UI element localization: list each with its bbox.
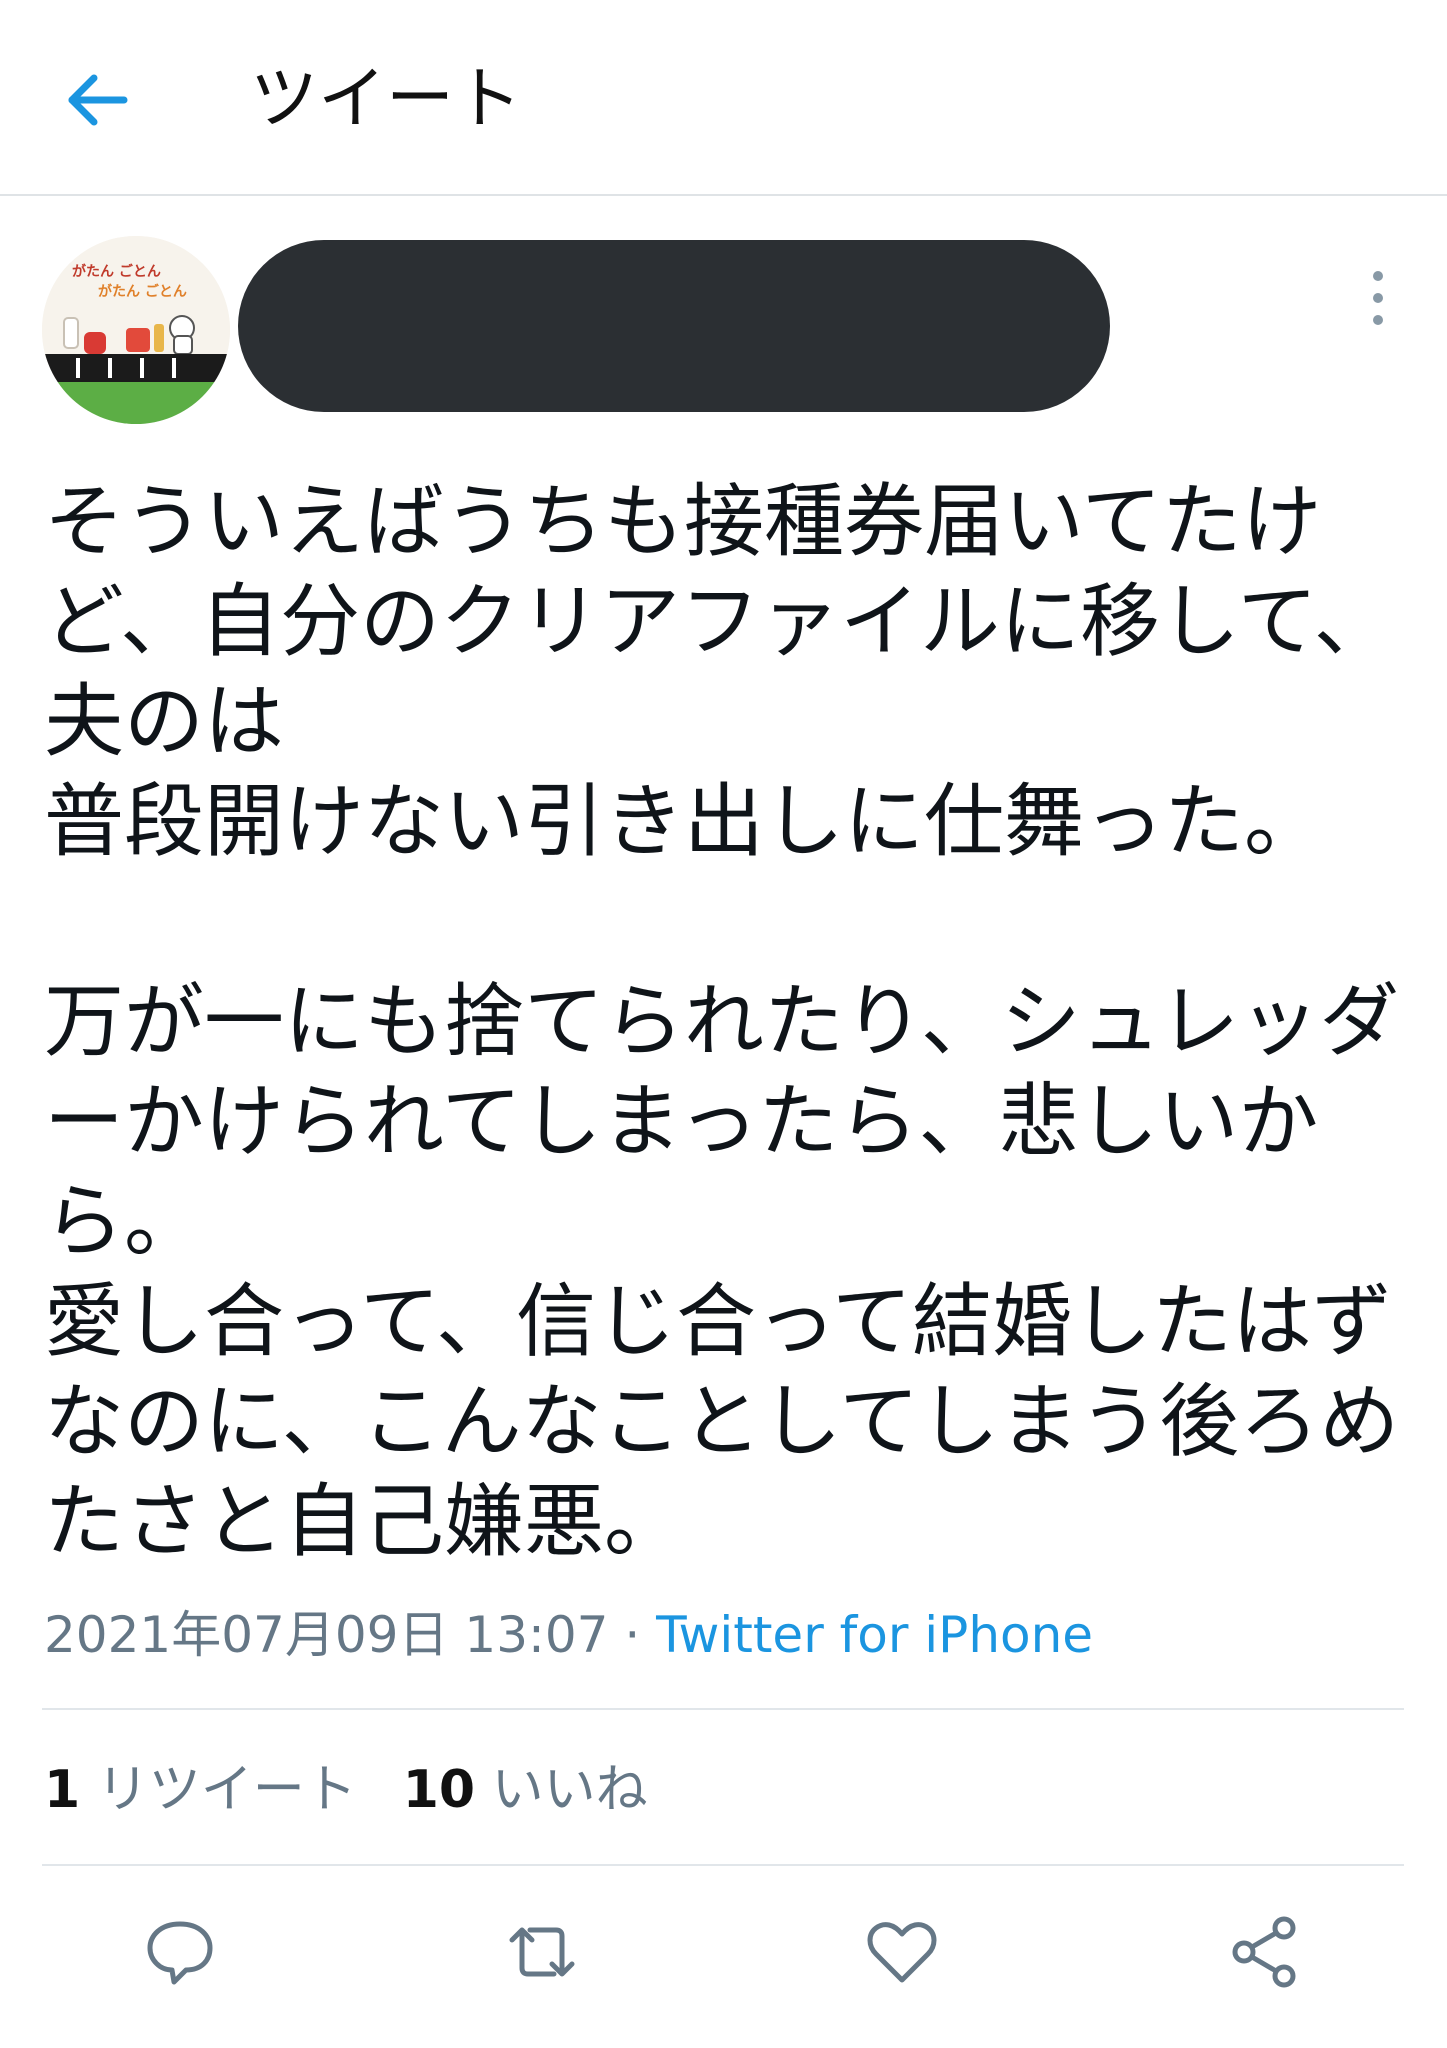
redacted-username <box>238 240 1110 412</box>
more-vertical-icon[interactable] <box>1356 266 1400 330</box>
reply-icon[interactable] <box>140 1912 220 1992</box>
tweet-timestamp: 2021年07月09日 13:07 <box>44 1606 609 1664</box>
share-icon[interactable] <box>1224 1912 1304 1992</box>
tweet-source-link[interactable]: Twitter for iPhone <box>656 1606 1093 1664</box>
divider <box>42 1708 1404 1710</box>
top-bar: ツイート <box>0 0 1447 196</box>
back-arrow-icon[interactable] <box>62 62 138 138</box>
retweet-label: リツイート <box>96 1760 357 1820</box>
retweet-stat[interactable]: 1 リツイート <box>44 1760 357 1820</box>
tweet-text: そういえばうちも接種券届いてたけ ど、自分のクリアファイルに移して、 夫のは 普… <box>44 475 1400 1568</box>
tweet-stats: 1 リツイート 10 いいね <box>44 1752 648 1828</box>
like-count: 10 <box>402 1760 476 1820</box>
meta-separator: · <box>608 1606 657 1664</box>
retweet-icon[interactable] <box>502 1912 582 1992</box>
page-title: ツイート <box>250 60 523 139</box>
like-stat[interactable]: 10 いいね <box>403 1760 648 1820</box>
like-label: いいね <box>491 1760 648 1820</box>
avatar-title-line2: がたん ごとん <box>98 283 187 300</box>
divider <box>42 1864 1404 1866</box>
tweet-meta: 2021年07月09日 13:07 · Twitter for iPhone <box>44 1600 1093 1670</box>
avatar[interactable]: がたん ごとん がたん ごとん <box>42 236 230 424</box>
retweet-count: 1 <box>44 1760 81 1820</box>
like-icon[interactable] <box>862 1912 942 1992</box>
avatar-title-line1: がたん ごとん <box>72 263 161 280</box>
